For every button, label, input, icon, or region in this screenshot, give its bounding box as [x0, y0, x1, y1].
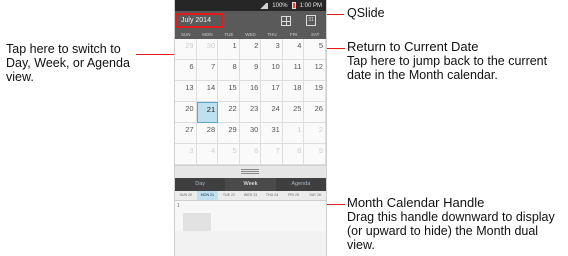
week-strip-day-selected[interactable]: MON 21 — [196, 191, 219, 200]
day-cell[interactable]: 29 — [218, 123, 240, 144]
day-cell[interactable]: 7 — [261, 144, 283, 165]
month-calendar-handle-bar — [175, 165, 326, 178]
handle-callout: Month Calendar Handle Drag this handle d… — [347, 195, 557, 253]
week-strip-day[interactable]: SUN 20 — [175, 191, 197, 200]
qslide-icon[interactable] — [281, 16, 291, 26]
day-cell[interactable]: 29 — [175, 39, 197, 60]
day-cell[interactable]: 27 — [175, 123, 197, 144]
day-cell[interactable]: 25 — [282, 102, 305, 123]
weekday-label: FRI — [290, 32, 298, 37]
day-cell[interactable]: 12 — [304, 60, 326, 81]
day-cell[interactable]: 11 — [282, 60, 305, 81]
day-cell[interactable]: 2 — [239, 39, 262, 60]
day-cell[interactable]: 6 — [239, 144, 262, 165]
return-callout-desc: Tap here to jump back to the current dat… — [347, 54, 548, 82]
day-cell[interactable]: 14 — [196, 81, 219, 102]
day-cell[interactable]: 4 — [282, 39, 305, 60]
day-cell[interactable]: 16 — [239, 81, 262, 102]
status-bar: 100% 1:00 PM — [175, 0, 326, 11]
battery-percent: 100% — [272, 2, 288, 9]
tab-day[interactable]: Day — [175, 178, 225, 191]
day-cell[interactable]: 1 — [282, 123, 305, 144]
weekday-label: SAT — [310, 32, 320, 37]
day-cell[interactable]: 15 — [218, 81, 240, 102]
day-cell[interactable]: 3 — [175, 144, 197, 165]
day-cell[interactable]: 30 — [196, 39, 219, 60]
hour-label: 1 — [177, 203, 180, 209]
signal-icon — [258, 2, 269, 9]
switch-view-callout: Tap here to switch to Day, Week, or Agen… — [6, 42, 132, 84]
tab-agenda[interactable]: Agenda — [276, 178, 326, 191]
drag-handle-icon[interactable] — [241, 169, 259, 175]
day-cell[interactable]: 22 — [218, 102, 240, 123]
switch-view-text: Tap here to switch to Day, Week, or Agen… — [6, 42, 130, 84]
day-cell[interactable]: 10 — [261, 60, 283, 81]
month-grid: 29 30 1 2 3 4 5 6 7 8 9 10 11 12 13 14 1… — [175, 39, 326, 165]
callout-line-switch-view — [136, 54, 176, 55]
weekday-label: THU — [267, 32, 277, 37]
calendar-header: July 2014 31 — [175, 11, 326, 31]
day-cell[interactable]: 13 — [175, 81, 197, 102]
week-strip-day[interactable]: SAT 26 — [304, 191, 326, 200]
day-cell[interactable]: 2 — [304, 123, 326, 144]
day-cell-today[interactable]: 21 — [196, 102, 219, 123]
week-strip-day[interactable]: WED 23 — [240, 191, 262, 200]
week-strip: SUN 20 MON 21 TUE 22 WED 23 THU 24 FRI 2… — [175, 191, 326, 201]
week-strip-day[interactable]: THU 24 — [261, 191, 283, 200]
day-cell[interactable]: 31 — [261, 123, 283, 144]
day-cell[interactable]: 5 — [218, 144, 240, 165]
week-strip-day[interactable]: TUE 22 — [218, 191, 240, 200]
day-cell[interactable]: 7 — [196, 60, 219, 81]
phone-screen: 100% 1:00 PM July 2014 31 SUN MON TUE WE… — [174, 0, 327, 256]
day-cell[interactable]: 3 — [261, 39, 283, 60]
day-cell[interactable]: 18 — [282, 81, 305, 102]
handle-callout-desc: Drag this handle downward to display (or… — [347, 210, 555, 252]
current-date-icon[interactable]: 31 — [306, 15, 316, 26]
weekday-label: TUE — [224, 32, 234, 37]
day-cell[interactable]: 30 — [239, 123, 262, 144]
return-callout: Return to Current Date Tap here to jump … — [347, 39, 565, 83]
day-cell[interactable]: 9 — [304, 144, 326, 165]
day-cell[interactable]: 23 — [239, 102, 262, 123]
day-cell[interactable]: 8 — [282, 144, 305, 165]
day-cell[interactable]: 1 — [218, 39, 240, 60]
day-cell[interactable]: 17 — [261, 81, 283, 102]
day-cell[interactable]: 5 — [304, 39, 326, 60]
day-cell[interactable]: 20 — [175, 102, 197, 123]
day-cell[interactable]: 6 — [175, 60, 197, 81]
time-slot[interactable] — [183, 213, 211, 231]
return-callout-title: Return to Current Date — [347, 39, 479, 54]
weekday-label: SUN — [181, 32, 191, 37]
day-cell[interactable]: 8 — [218, 60, 240, 81]
day-cell[interactable]: 9 — [239, 60, 262, 81]
view-tabs: Day Week Agenda — [175, 178, 326, 191]
day-cell[interactable]: 4 — [196, 144, 219, 165]
handle-callout-title: Month Calendar Handle — [347, 195, 485, 210]
battery-icon — [291, 2, 296, 9]
day-cell[interactable]: 28 — [196, 123, 219, 144]
weekday-header-row: SUN MON TUE WED THU FRI SAT — [175, 31, 326, 39]
month-view-switcher[interactable]: July 2014 — [176, 13, 223, 28]
status-time: 1:00 PM — [299, 2, 322, 9]
day-cell[interactable]: 26 — [304, 102, 326, 123]
day-cell[interactable]: 19 — [304, 81, 326, 102]
week-strip-day[interactable]: FRI 25 — [283, 191, 305, 200]
day-cell[interactable]: 24 — [261, 102, 283, 123]
weekday-label: MON — [202, 32, 213, 37]
tab-week[interactable]: Week — [225, 178, 276, 191]
weekday-label: WED — [245, 32, 256, 37]
week-schedule-area: 1 — [175, 201, 326, 231]
qslide-callout: QSlide — [347, 6, 385, 20]
